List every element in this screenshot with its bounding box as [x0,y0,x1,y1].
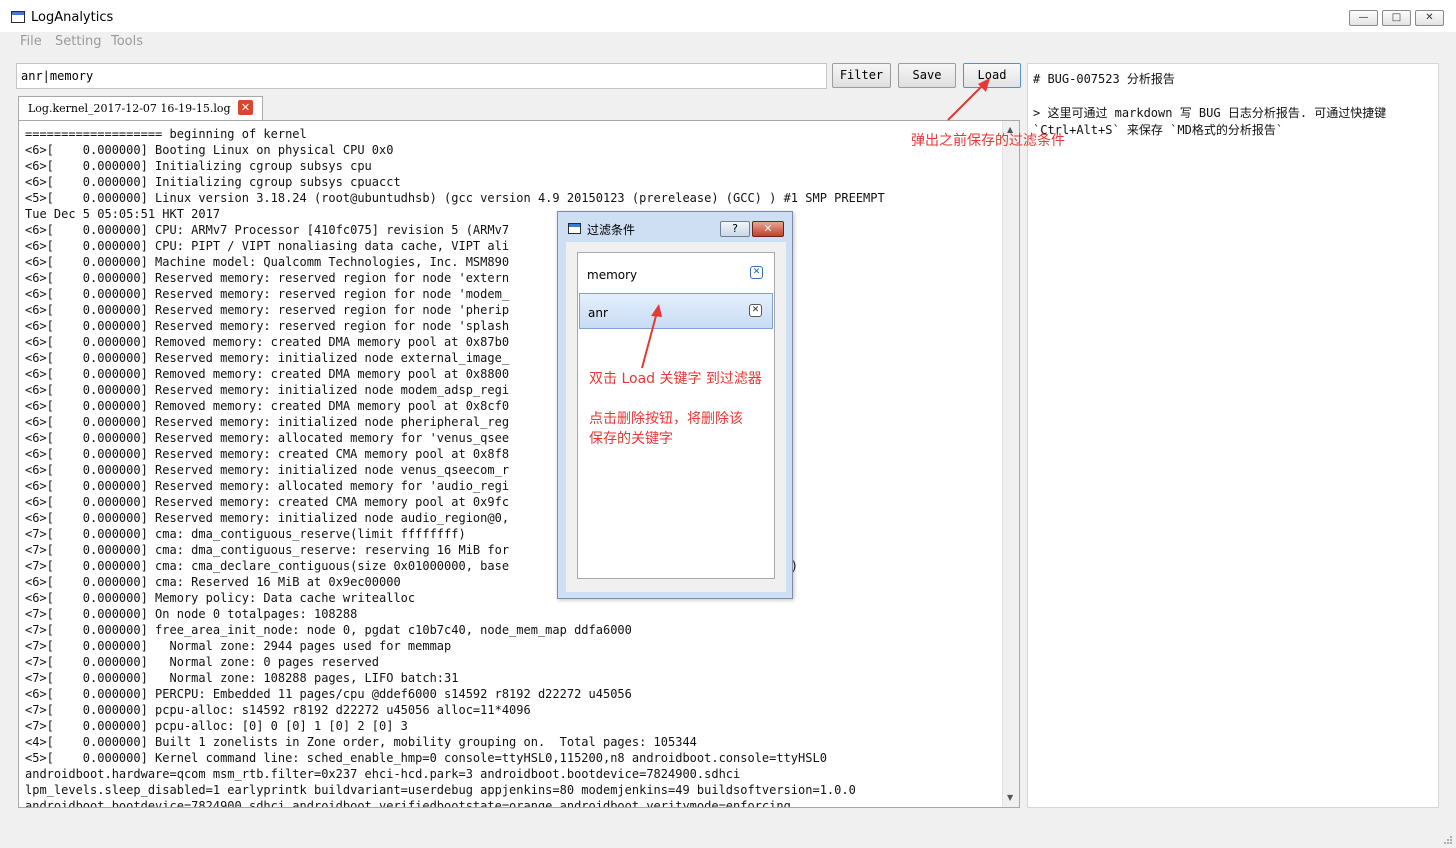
log-line: androidboot.bootdevice=7824900.sdhci and… [25,799,791,808]
markdown-editor[interactable]: # BUG-007523 分析报告 > 这里可通过 markdown 写 BUG… [1027,63,1439,808]
maximize-icon[interactable]: □ [1382,10,1411,26]
dialog-app-icon [568,223,581,234]
list-item-label: anr [588,306,608,320]
close-icon[interactable]: ✕ [1415,10,1444,26]
menu-file[interactable]: File [20,34,42,49]
log-line: =================== beginning of kernel [25,127,307,141]
menu-bar: File Setting Tools [0,32,1456,54]
markdown-quote-line-2: `Ctrl+Alt+S` 来保存 `MD格式的分析报告` [1033,123,1284,137]
annotation-load-note: 弹出之前保存的过滤条件 [911,133,1065,149]
menu-setting[interactable]: Setting [55,34,102,49]
log-line: <5>[ 0.000000] Kernel command line: sche… [25,751,827,765]
filter-button[interactable]: Filter [832,63,891,88]
filter-conditions-dialog: 过滤条件 ? ✕ memory ✕ anr ✕ [557,211,793,599]
log-line: <6>[ 0.000000] Initializing cgroup subsy… [25,159,372,173]
markdown-heading: # BUG-007523 分析报告 [1033,72,1175,86]
log-line: <7>[ 0.000000] pcpu-alloc: [0] 0 [0] 1 [… [25,719,408,733]
log-line: <7>[ 0.000000] pcpu-alloc: s14592 r8192 … [25,703,531,717]
scroll-down-icon[interactable]: ▼ [1007,793,1013,802]
dialog-title: 过滤条件 [587,223,636,237]
log-view[interactable]: =================== beginning of kernel <… [18,120,1020,808]
markdown-quote-line-1: > 这里可通过 markdown 写 BUG 日志分析报告. 可通过快捷键 [1033,106,1387,120]
remove-icon[interactable]: ✕ [749,304,762,317]
annotation-dblclick-note: 双击 Load 关键字 到过滤器 [589,371,762,387]
dialog-close-button[interactable]: ✕ [752,221,784,237]
log-line: <7>[ 0.000000] Normal zone: 2944 pages u… [25,639,452,653]
filter-input[interactable]: anr|memory [16,63,827,89]
log-line: <4>[ 0.000000] Built 1 zonelists in Zone… [25,735,697,749]
tab-label: Log.kernel_2017-12-07 16-19-15.log [28,102,231,115]
list-item[interactable]: memory ✕ [579,256,773,292]
title-bar: LogAnalytics — □ ✕ [0,0,1456,32]
resize-grip-icon[interactable] [1443,835,1453,845]
log-line: lpm_levels.sleep_disabled=1 earlyprintk … [25,783,856,797]
list-item-label: memory [587,268,638,282]
menu-tools[interactable]: Tools [111,34,143,49]
log-line: <6>[ 0.000000] Booting Linux on physical… [25,143,394,157]
minimize-icon[interactable]: — [1349,10,1378,26]
tab-log-file[interactable]: Log.kernel_2017-12-07 16-19-15.log ✕ [18,96,263,120]
tab-close-icon[interactable]: ✕ [238,100,253,115]
log-line: <5>[ 0.000000] Linux version 3.18.24 (ro… [25,191,885,205]
help-button[interactable]: ? [720,221,750,237]
log-line: <6>[ 0.000000] Initializing cgroup subsy… [25,175,401,189]
log-line: <6>[ 0.000000] PERCPU: Embedded 11 pages… [25,687,632,701]
app-icon [11,11,25,23]
annotation-delete-note-1: 点击删除按钮，将删除该 [589,411,743,427]
annotation-arrow-anr [641,304,662,369]
window-title: LogAnalytics [31,10,114,25]
annotation-delete-note-2: 保存的关键字 [589,431,673,447]
log-line: <7>[ 0.000000] free_area_init_node: node… [25,623,632,637]
main-window: LogAnalytics — □ ✕ File Setting Tools an… [0,0,1456,848]
annotation-arrow-load [947,78,990,121]
log-scrollbar[interactable]: ▲ ▼ [1002,121,1019,807]
remove-icon[interactable]: ✕ [750,266,763,279]
log-line: <7>[ 0.000000] Normal zone: 0 pages rese… [25,655,380,669]
log-line: <7>[ 0.000000] On node 0 totalpages: 108… [25,607,358,621]
log-line: <7>[ 0.000000] Normal zone: 108288 pages… [25,671,459,685]
log-line: androidboot.hardware=qcom msm_rtb.filter… [25,767,741,781]
list-item-selected[interactable]: anr ✕ [579,293,773,329]
